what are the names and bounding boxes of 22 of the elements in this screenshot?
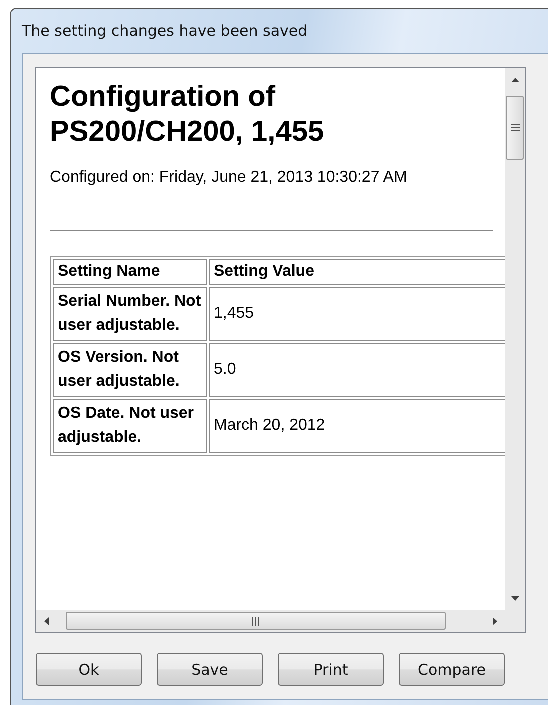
scroll-up-icon[interactable] <box>510 76 520 84</box>
table-cell: 1,455 <box>209 287 505 341</box>
dialog-button[interactable]: Save <box>157 653 263 686</box>
column-header: Setting Value <box>209 259 505 285</box>
grip-icon <box>252 616 260 626</box>
table-cell: OS Version. Not user adjustable. <box>53 343 207 397</box>
table-cell: Serial Number. Not user adjustable. <box>53 287 207 341</box>
table-cell: OS Date. Not user adjustable. <box>53 399 207 453</box>
dialog-button[interactable]: Compare <box>399 653 505 686</box>
document-heading: Configuration of PS200/CH200, 1,455 <box>50 80 326 150</box>
dialog-button[interactable]: Print <box>278 653 384 686</box>
configured-date: Configured on: Friday, June 21, 2013 10:30:27 AM <box>50 168 408 188</box>
scrollbar-thumb[interactable] <box>66 612 446 630</box>
table-cell: 5.0 <box>209 343 505 397</box>
window-title: The setting changes have been saved <box>22 22 308 40</box>
scroll-down-icon[interactable] <box>510 594 520 602</box>
dialog-button[interactable]: Ok <box>36 653 142 686</box>
column-header: Setting Name <box>53 259 207 285</box>
table-cell: March 20, 2012 <box>209 399 505 453</box>
grip-icon <box>510 124 520 132</box>
scroll-left-icon[interactable] <box>42 616 52 626</box>
scrollbar-thumb[interactable] <box>506 96 524 160</box>
